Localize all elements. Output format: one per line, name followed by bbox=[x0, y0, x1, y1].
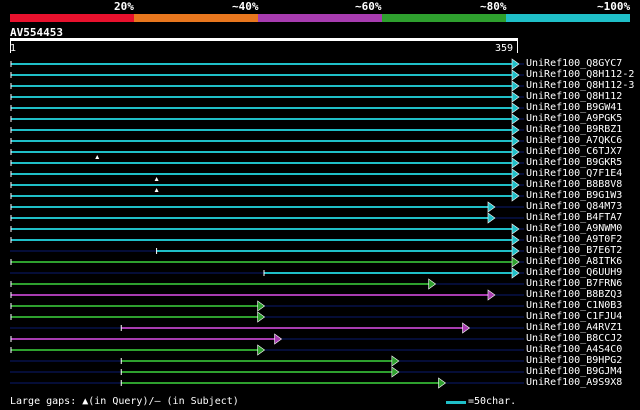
hit-arrow-icon bbox=[391, 366, 400, 378]
hit-label[interactable]: UniRef100_B8CCJ2 bbox=[526, 333, 622, 344]
hit-label[interactable]: UniRef100_A9PGK5 bbox=[526, 113, 622, 124]
hit-arrow-icon bbox=[511, 146, 520, 158]
hit-label[interactable]: UniRef100_B9GW41 bbox=[526, 102, 622, 113]
hit-arrow-icon bbox=[511, 234, 520, 246]
hit-label[interactable]: UniRef100_A9T0F2 bbox=[526, 234, 622, 245]
hit-label[interactable]: UniRef100_B9RBZ1 bbox=[526, 124, 622, 135]
hit-label[interactable]: UniRef100_B9G1W3 bbox=[526, 190, 622, 201]
hit-arrow-icon bbox=[511, 190, 520, 202]
hit-arrow-icon bbox=[511, 91, 520, 103]
hit-arrow-icon bbox=[511, 223, 520, 235]
hit-arrow-icon bbox=[487, 201, 496, 213]
hit-label[interactable]: UniRef100_B9GKR5 bbox=[526, 157, 622, 168]
hit-arrow-icon bbox=[511, 256, 520, 268]
hit-label[interactable]: UniRef100_Q8H112-3 bbox=[526, 80, 634, 91]
hit-label[interactable]: UniRef100_Q84M73 bbox=[526, 201, 622, 212]
hit-label[interactable]: UniRef100_A9NWM0 bbox=[526, 223, 622, 234]
footer-legend-note: Large gaps: ▲(in Query)/– (in Subject) bbox=[10, 396, 239, 407]
hit-arrow-icon bbox=[511, 245, 520, 257]
hit-arrow-icon bbox=[511, 102, 520, 114]
hit-label[interactable]: UniRef100_Q8H112-2 bbox=[526, 69, 634, 80]
query-gap-marker-icon bbox=[95, 155, 100, 159]
hit-arrow-icon bbox=[511, 179, 520, 191]
hit-label[interactable]: UniRef100_C1N0B3 bbox=[526, 300, 622, 311]
hit-arrow-icon bbox=[511, 168, 520, 180]
hit-label[interactable]: UniRef100_A8ITK6 bbox=[526, 256, 622, 267]
hit-arrow-icon bbox=[487, 289, 496, 301]
hit-arrow-icon bbox=[511, 124, 520, 136]
scale-label: =50char. bbox=[468, 396, 517, 407]
hit-label[interactable]: UniRef100_B8B8V8 bbox=[526, 179, 622, 190]
hit-label[interactable]: UniRef100_B7E6T2 bbox=[526, 245, 622, 256]
hit-label[interactable]: UniRef100_Q8H112 bbox=[526, 91, 622, 102]
hit-arrow-icon bbox=[511, 80, 520, 92]
query-gap-marker-icon bbox=[154, 188, 159, 192]
hit-arrow-icon bbox=[511, 113, 520, 125]
hit-arrow-icon bbox=[511, 69, 520, 81]
hit-arrow-icon bbox=[462, 322, 471, 334]
hit-arrow-icon bbox=[487, 212, 496, 224]
hit-arrow-icon bbox=[438, 377, 447, 389]
hit-label[interactable]: UniRef100_Q6UUH9 bbox=[526, 267, 622, 278]
hit-label[interactable]: UniRef100_B9HPG2 bbox=[526, 355, 622, 366]
hit-arrow-icon bbox=[511, 135, 520, 147]
hit-arrow-icon bbox=[257, 344, 266, 356]
hit-label[interactable]: UniRef100_B8BZQ3 bbox=[526, 289, 622, 300]
hit-arrow-icon bbox=[511, 267, 520, 279]
hit-label[interactable]: UniRef100_B9GJM4 bbox=[526, 366, 622, 377]
hit-label[interactable]: UniRef100_Q7F1E4 bbox=[526, 168, 622, 179]
hit-label[interactable]: UniRef100_A9S9X8 bbox=[526, 377, 622, 388]
hit-arrow-icon bbox=[511, 58, 520, 70]
hit-arrow-icon bbox=[274, 333, 283, 345]
hit-arrow-icon bbox=[257, 311, 266, 323]
hit-label[interactable]: UniRef100_B7FRN6 bbox=[526, 278, 622, 289]
hit-arrow-icon bbox=[511, 157, 520, 169]
hit-label[interactable]: UniRef100_C1FJU4 bbox=[526, 311, 622, 322]
hit-arrow-icon bbox=[428, 278, 437, 290]
scale-bar bbox=[446, 401, 466, 404]
hit-label[interactable]: UniRef100_A4RVZ1 bbox=[526, 322, 622, 333]
hit-label[interactable]: UniRef100_A7QKC6 bbox=[526, 135, 622, 146]
query-gap-marker-icon bbox=[154, 177, 159, 181]
hit-arrow-icon bbox=[391, 355, 400, 367]
hit-label[interactable]: UniRef100_C6TJX7 bbox=[526, 146, 622, 157]
hit-label[interactable]: UniRef100_Q8GYC7 bbox=[526, 58, 622, 69]
hit-label[interactable]: UniRef100_A4S4C0 bbox=[526, 344, 622, 355]
hit-arrow-icon bbox=[257, 300, 266, 312]
hit-label[interactable]: UniRef100_B4FTA7 bbox=[526, 212, 622, 223]
